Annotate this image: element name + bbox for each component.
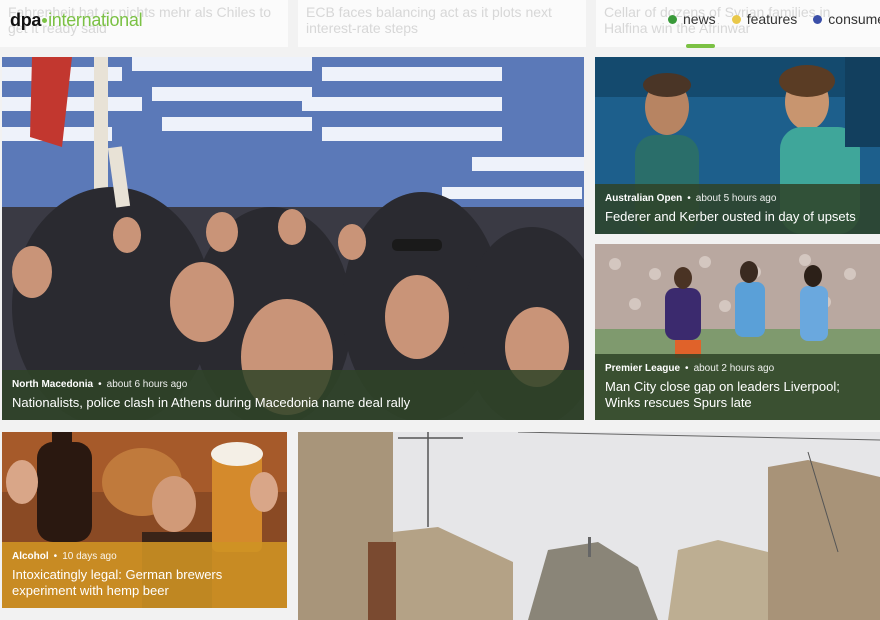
article-time: about 6 hours ago bbox=[106, 379, 188, 390]
meta-separator: • bbox=[685, 363, 689, 374]
article-category: North Macedonia bbox=[12, 379, 94, 390]
consumer-dot-icon bbox=[813, 14, 823, 24]
logo-brand: dpa bbox=[10, 10, 42, 30]
article-card-beer[interactable]: Alcohol • 10 days ago Intoxicatingly legal… bbox=[2, 432, 287, 608]
article-time: about 5 hours ago bbox=[695, 193, 777, 204]
ticker-card-2[interactable]: ECB faces balancing act as it plots next… bbox=[298, 0, 586, 47]
tab-news[interactable]: news bbox=[668, 11, 716, 27]
article-category: Australian Open bbox=[605, 193, 683, 204]
news-dot-icon bbox=[668, 14, 677, 24]
article-card-main[interactable]: North Macedonia • about 6 hours ago Nation… bbox=[2, 57, 584, 420]
article-card-tennis[interactable]: Australian Open • about 5 hours ago Federe… bbox=[595, 57, 880, 234]
features-dot-icon bbox=[731, 14, 741, 24]
logo-dot bbox=[42, 17, 48, 23]
article-time: 10 days ago bbox=[62, 551, 117, 562]
logo-suffix: international bbox=[48, 10, 143, 30]
article-card-football[interactable]: Premier League • about 2 hours ago Man Cit… bbox=[595, 244, 880, 420]
article-overlay: Australian Open • about 5 hours ago Federe… bbox=[595, 184, 880, 234]
active-tab-indicator bbox=[686, 44, 715, 48]
article-overlay: Alcohol • 10 days ago Intoxicatingly legal… bbox=[2, 542, 287, 608]
article-category: Alcohol bbox=[12, 551, 49, 562]
dpa-logo[interactable]: dpa international bbox=[10, 10, 143, 31]
article-headline: Nationalists, police clash in Athens dur… bbox=[12, 395, 411, 410]
article-overlay: North Macedonia • about 6 hours ago Nation… bbox=[2, 370, 584, 420]
article-meta: North Macedonia • about 6 hours ago bbox=[12, 378, 574, 391]
article-overlay: Premier League • about 2 hours ago Man Cit… bbox=[595, 354, 880, 420]
rally-photo bbox=[2, 57, 584, 420]
article-headline: Intoxicatingly legal: German brewers exp… bbox=[12, 567, 223, 598]
tab-features[interactable]: features bbox=[731, 11, 798, 27]
tab-consumer-label: consumer bbox=[828, 11, 880, 27]
article-meta: Premier League • about 2 hours ago bbox=[605, 362, 870, 375]
ticker-text: ECB faces balancing act as it plots next… bbox=[306, 4, 552, 36]
article-card-town[interactable] bbox=[298, 432, 880, 620]
tab-features-label: features bbox=[746, 11, 798, 27]
article-category: Premier League bbox=[605, 363, 681, 374]
meta-separator: • bbox=[687, 193, 691, 204]
meta-separator: • bbox=[53, 551, 58, 562]
meta-separator: • bbox=[98, 379, 102, 390]
page: { "header": { "logo": { "brand": "dpa", … bbox=[0, 0, 880, 620]
tab-news-label: news bbox=[683, 11, 716, 27]
tab-consumer[interactable]: consumer bbox=[813, 11, 880, 27]
article-time: about 2 hours ago bbox=[693, 363, 775, 374]
stone-town-photo bbox=[298, 432, 880, 620]
article-meta: Alcohol • 10 days ago bbox=[12, 550, 277, 563]
article-headline: Man City close gap on leaders Liverpool;… bbox=[605, 379, 840, 410]
article-headline: Federer and Kerber ousted in day of upse… bbox=[605, 209, 856, 224]
article-meta: Australian Open • about 5 hours ago bbox=[605, 192, 870, 205]
category-nav: news features consumer bbox=[668, 11, 880, 27]
